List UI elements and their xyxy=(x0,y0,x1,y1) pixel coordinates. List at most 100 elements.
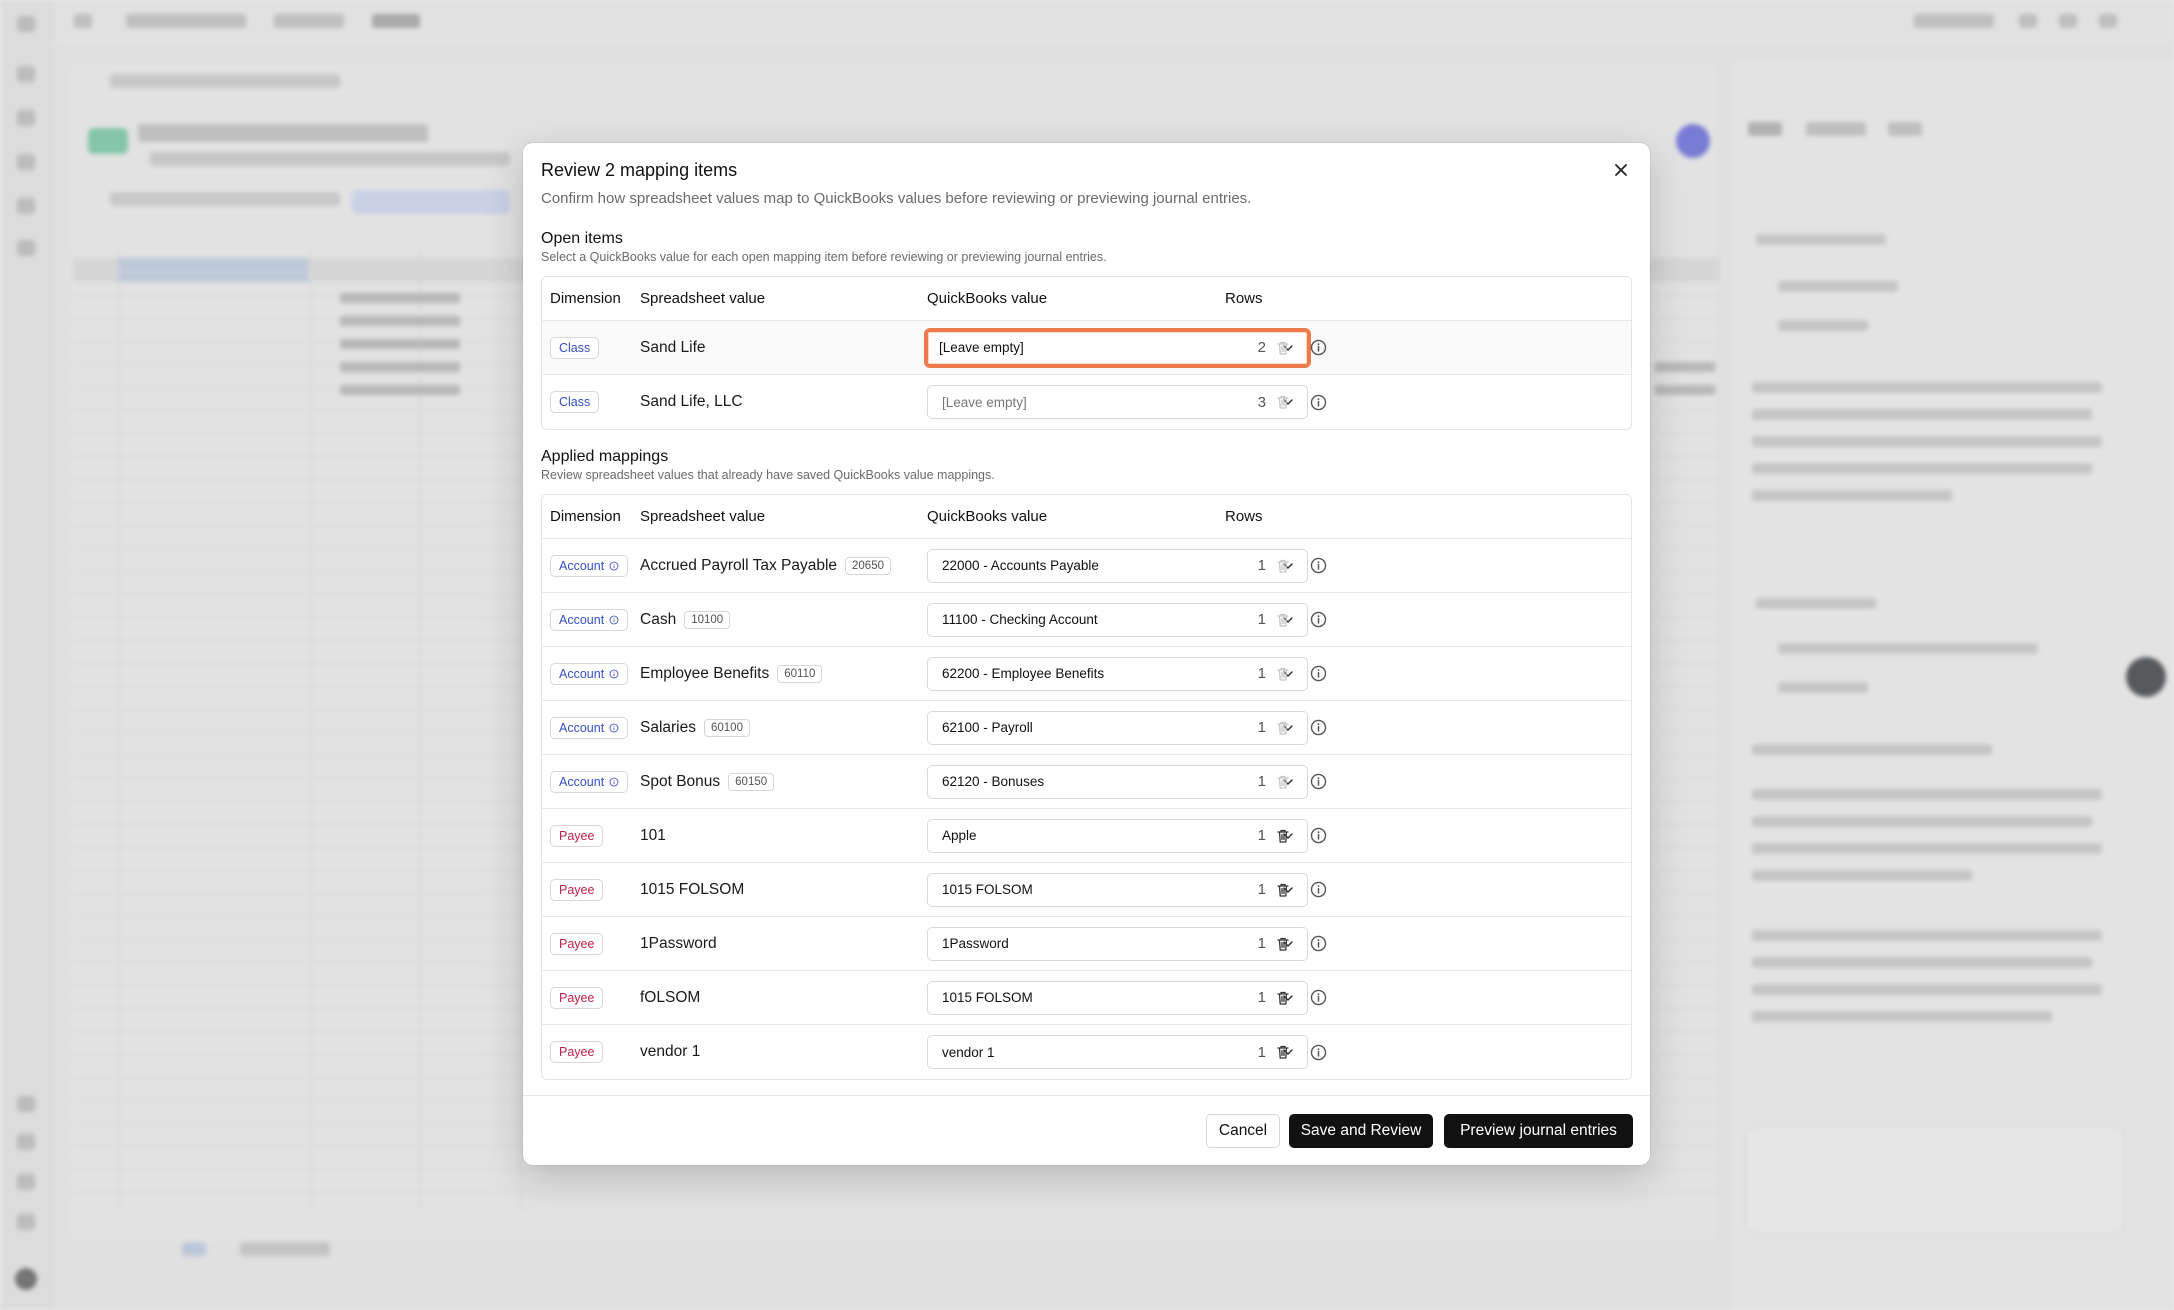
col-quickbooks-value: QuickBooks value xyxy=(927,508,1048,525)
row-count: 2 xyxy=(1257,339,1266,356)
table-row: Payee 101 Apple 1 xyxy=(542,809,1631,863)
col-rows: Rows xyxy=(1225,508,1263,525)
info-icon[interactable] xyxy=(1308,1042,1328,1062)
info-icon[interactable] xyxy=(1308,880,1328,900)
row-count: 1 xyxy=(1257,773,1266,790)
info-icon[interactable] xyxy=(1308,772,1328,792)
spreadsheet-value: Sand Life xyxy=(640,339,706,357)
account-code: 10100 xyxy=(684,610,731,629)
trash-icon[interactable] xyxy=(1273,1042,1293,1062)
table-row: Account Employee Benefits 60110 62200 - Emp… xyxy=(542,647,1631,701)
dialog-footer: Cancel Save and Review Preview journal e… xyxy=(523,1095,1650,1165)
table-row: Payee 1015 FOLSOM 1015 FOLSOM 1 xyxy=(542,863,1631,917)
trash-icon xyxy=(1273,338,1293,358)
save-and-review-button[interactable]: Save and Review xyxy=(1289,1114,1433,1148)
selected-value: Apple xyxy=(942,828,977,843)
trash-icon[interactable] xyxy=(1273,988,1293,1008)
info-icon[interactable] xyxy=(1308,934,1328,954)
dimension-label: Account xyxy=(559,558,605,573)
info-icon[interactable] xyxy=(1308,826,1328,846)
dialog-title: Review 2 mapping items xyxy=(541,160,738,180)
dimension-badge: Account xyxy=(550,770,629,793)
info-icon xyxy=(609,561,619,571)
col-dimension: Dimension xyxy=(550,290,621,307)
spreadsheet-value-text: Sand Life xyxy=(640,338,706,356)
trash-icon[interactable] xyxy=(1273,934,1293,954)
info-icon[interactable] xyxy=(1308,988,1328,1008)
dimension-badge: Payee xyxy=(550,932,604,955)
account-code: 60100 xyxy=(704,718,750,737)
selected-value: 62100 - Payroll xyxy=(942,720,1033,735)
dimension-badge: Account xyxy=(550,608,629,631)
spreadsheet-value-text: Spot Bonus xyxy=(640,772,721,790)
dimension-label: Payee xyxy=(559,990,595,1005)
table-row: Account Accrued Payroll Tax Payable 20650 2… xyxy=(542,539,1631,593)
dimension-label: Class xyxy=(559,340,591,355)
cancel-button[interactable]: Cancel xyxy=(1206,1114,1280,1148)
row-count: 1 xyxy=(1257,665,1266,682)
row-count: 1 xyxy=(1257,611,1266,628)
spreadsheet-value-text: 101 xyxy=(640,826,666,844)
info-icon[interactable] xyxy=(1308,556,1328,576)
table-row: Account Salaries 60100 62100 - Payroll 1 xyxy=(542,701,1631,755)
info-icon xyxy=(609,723,619,733)
applied-mappings-subtitle: Review spreadsheet values that already h… xyxy=(541,468,995,482)
selected-value: [Leave empty] xyxy=(939,340,1024,355)
trash-icon xyxy=(1273,556,1293,576)
col-rows: Rows xyxy=(1225,290,1263,307)
info-icon[interactable] xyxy=(1308,610,1328,630)
row-count: 1 xyxy=(1257,557,1266,574)
selected-value: [Leave empty] xyxy=(942,394,1027,410)
dimension-label: Account xyxy=(559,612,605,627)
table-header: Dimension Spreadsheet value QuickBooks v… xyxy=(542,495,1631,539)
dimension-badge: Class xyxy=(550,391,600,413)
open-items-subtitle: Select a QuickBooks value for each open … xyxy=(541,250,1107,264)
spreadsheet-value: 101 xyxy=(640,827,666,845)
spreadsheet-value: Cash 10100 xyxy=(640,610,731,629)
trash-icon[interactable] xyxy=(1273,826,1293,846)
row-count: 1 xyxy=(1257,881,1266,898)
col-spreadsheet-value: Spreadsheet value xyxy=(640,290,766,307)
open-items-table: Dimension Spreadsheet value QuickBooks v… xyxy=(541,276,1632,430)
dimension-label: Account xyxy=(559,774,605,789)
info-icon[interactable] xyxy=(1308,718,1328,738)
trash-icon xyxy=(1273,392,1293,412)
trash-icon xyxy=(1273,772,1293,792)
row-count: 1 xyxy=(1257,1043,1266,1061)
preview-journal-entries-button[interactable]: Preview journal entries xyxy=(1444,1114,1633,1148)
dimension-badge: Payee xyxy=(550,878,604,901)
spreadsheet-value: Accrued Payroll Tax Payable 20650 xyxy=(640,556,891,575)
trash-icon xyxy=(1273,718,1293,738)
spreadsheet-value-text: fOLSOM xyxy=(640,988,701,1006)
account-code: 20650 xyxy=(845,556,891,575)
table-row: Payee vendor 1 vendor 1 1 xyxy=(542,1025,1631,1079)
spreadsheet-value-text: Employee Benefits xyxy=(640,664,770,682)
dimension-badge: Payee xyxy=(550,824,604,847)
table-row: Class Sand Life, LLC [Leave empty] 3 xyxy=(542,375,1631,429)
spreadsheet-value-text: 1015 FOLSOM xyxy=(640,880,745,898)
trash-icon[interactable] xyxy=(1273,880,1293,900)
col-spreadsheet-value: Spreadsheet value xyxy=(640,508,766,525)
selected-value: 11100 - Checking Account xyxy=(942,612,1098,627)
selected-value: 1Password xyxy=(942,936,1009,951)
spreadsheet-value-text: vendor 1 xyxy=(640,1043,701,1060)
table-row: Account Cash 10100 11100 - Checking Account… xyxy=(542,593,1631,647)
open-items-title: Open items xyxy=(541,230,623,247)
applied-mappings-table: Dimension Spreadsheet value QuickBooks v… xyxy=(541,494,1632,1080)
info-icon[interactable] xyxy=(1308,392,1328,412)
info-icon xyxy=(609,777,619,787)
dimension-badge: Payee xyxy=(550,1041,604,1063)
spreadsheet-value: 1015 FOLSOM xyxy=(640,881,744,899)
info-icon[interactable] xyxy=(1308,664,1328,684)
close-icon[interactable] xyxy=(1608,157,1634,183)
spreadsheet-value-text: Accrued Payroll Tax Payable xyxy=(640,556,838,574)
spreadsheet-value: Salaries 60100 xyxy=(640,718,750,737)
col-quickbooks-value: QuickBooks value xyxy=(927,290,1048,307)
row-count: 3 xyxy=(1257,393,1266,411)
trash-icon xyxy=(1273,664,1293,684)
info-icon[interactable] xyxy=(1308,338,1328,358)
row-count: 1 xyxy=(1257,935,1266,952)
spreadsheet-value-text: 1Password xyxy=(640,934,717,952)
dimension-label: Payee xyxy=(559,828,595,843)
info-icon xyxy=(609,615,619,625)
